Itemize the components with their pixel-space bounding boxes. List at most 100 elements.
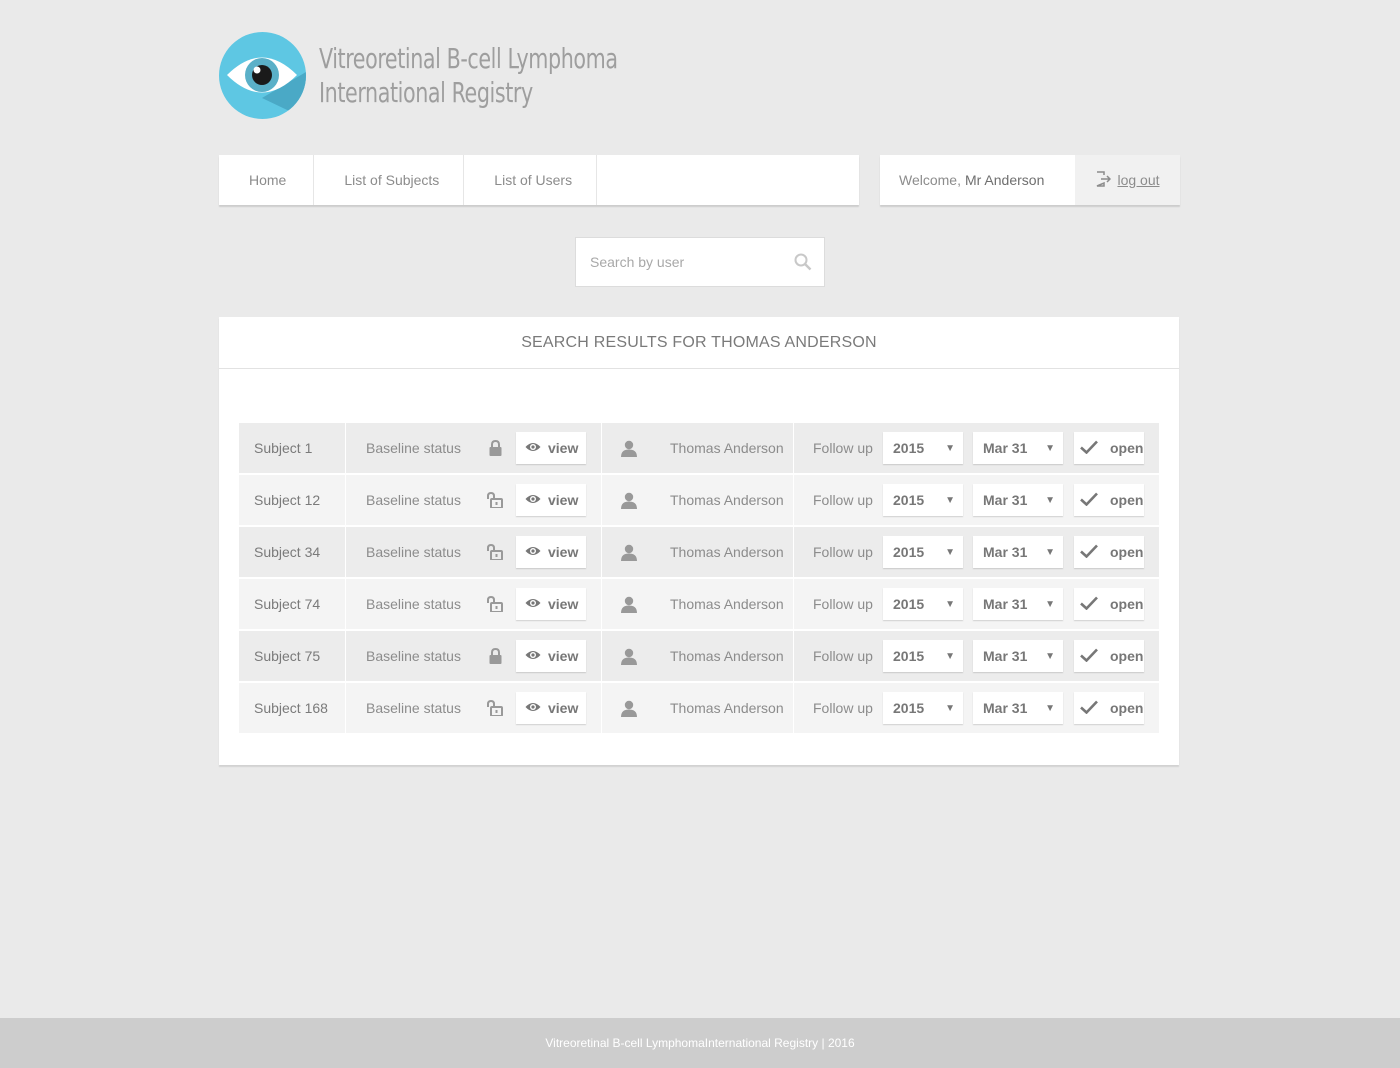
date-value: Mar 31 [983, 544, 1028, 560]
search-results-panel: SEARCH RESULTS FOR THOMAS ANDERSON Subje… [219, 317, 1179, 765]
subject-name[interactable]: Subject 74 [239, 579, 346, 629]
date-select[interactable]: Mar 31 ▼ [973, 484, 1063, 516]
baseline-label: Baseline status [366, 596, 461, 612]
view-button[interactable]: view [516, 432, 586, 464]
caret-down-icon: ▼ [1045, 650, 1055, 662]
baseline-label: Baseline status [366, 440, 461, 456]
year-select[interactable]: 2015 ▼ [883, 536, 963, 568]
eye-icon [525, 700, 541, 716]
year-select[interactable]: 2015 ▼ [883, 588, 963, 620]
user-box: Welcome, Mr Anderson log out [880, 155, 1180, 205]
caret-down-icon: ▼ [1045, 598, 1055, 610]
caret-down-icon: ▼ [945, 702, 955, 714]
view-label: view [548, 544, 579, 560]
view-label: view [548, 440, 579, 456]
year-value: 2015 [893, 700, 925, 716]
site-header: Vitreoretinal B-cell Lymphoma Internatio… [219, 32, 683, 119]
followup-label: Follow up [813, 596, 873, 612]
view-button[interactable]: view [516, 484, 586, 516]
open-button[interactable]: open [1074, 692, 1144, 724]
view-button[interactable]: view [516, 640, 586, 672]
subject-name[interactable]: Subject 12 [239, 475, 346, 525]
followup-cell: Follow up 2015 ▼ Mar 31 ▼ open [794, 475, 1159, 525]
view-button[interactable]: view [516, 588, 586, 620]
caret-down-icon: ▼ [945, 494, 955, 506]
eye-logo-icon[interactable] [219, 32, 306, 119]
view-label: view [548, 492, 579, 508]
date-value: Mar 31 [983, 700, 1028, 716]
subject-name[interactable]: Subject 34 [239, 527, 346, 577]
welcome-message: Welcome, Mr Anderson [880, 155, 1075, 205]
view-button[interactable]: view [516, 692, 586, 724]
footer-text: Vitreoretinal B-cell LymphomaInternation… [545, 1036, 855, 1050]
baseline-cell: Baseline status view [346, 475, 602, 525]
baseline-cell: Baseline status view [346, 423, 602, 473]
open-label: open [1110, 544, 1144, 560]
followup-cell: Follow up 2015 ▼ Mar 31 ▼ open [794, 579, 1159, 629]
date-select[interactable]: Mar 31 ▼ [973, 432, 1063, 464]
baseline-label: Baseline status [366, 544, 461, 560]
open-button[interactable]: open [1074, 588, 1144, 620]
search-input[interactable] [576, 238, 782, 286]
nav-item-home[interactable]: Home [219, 155, 315, 205]
year-select[interactable]: 2015 ▼ [883, 692, 963, 724]
followup-label: Follow up [813, 440, 873, 456]
search-box [575, 237, 825, 287]
site-title: Vitreoretinal B-cell Lymphoma Internatio… [319, 42, 683, 110]
date-value: Mar 31 [983, 648, 1028, 664]
caret-down-icon: ▼ [945, 442, 955, 454]
user-cell: Thomas Anderson [602, 527, 794, 577]
caret-down-icon: ▼ [945, 598, 955, 610]
year-select[interactable]: 2015 ▼ [883, 484, 963, 516]
open-label: open [1110, 700, 1144, 716]
eye-icon [525, 648, 541, 664]
user-name: Thomas Anderson [670, 700, 784, 716]
baseline-cell: Baseline status view [346, 527, 602, 577]
year-select[interactable]: 2015 ▼ [883, 432, 963, 464]
baseline-label: Baseline status [366, 700, 461, 716]
search-icon[interactable] [782, 253, 824, 271]
open-button[interactable]: open [1074, 484, 1144, 516]
followup-label: Follow up [813, 700, 873, 716]
table-row: Subject 34 Baseline status view Thomas A… [239, 527, 1159, 577]
year-value: 2015 [893, 544, 925, 560]
lock-open-icon [480, 700, 510, 716]
eye-icon [525, 544, 541, 560]
nav-item-list-of-subjects[interactable]: List of Subjects [314, 155, 465, 205]
table-row: Subject 12 Baseline status view Thomas A… [239, 475, 1159, 525]
eye-icon [525, 596, 541, 612]
date-select[interactable]: Mar 31 ▼ [973, 588, 1063, 620]
person-icon [602, 544, 656, 561]
view-label: view [548, 648, 579, 664]
user-cell: Thomas Anderson [602, 631, 794, 681]
table-row: Subject 75 Baseline status view Thomas A… [239, 631, 1159, 681]
user-cell: Thomas Anderson [602, 423, 794, 473]
view-button[interactable]: view [516, 536, 586, 568]
logout-button[interactable]: log out [1075, 155, 1180, 205]
open-button[interactable]: open [1074, 640, 1144, 672]
person-icon [602, 700, 656, 717]
table-row: Subject 1 Baseline status view Thomas An… [239, 423, 1159, 473]
year-select[interactable]: 2015 ▼ [883, 640, 963, 672]
main-nav: Home List of Subjects List of Users [219, 155, 859, 205]
caret-down-icon: ▼ [1045, 494, 1055, 506]
user-name: Thomas Anderson [670, 440, 784, 456]
year-value: 2015 [893, 648, 925, 664]
table-row: Subject 168 Baseline status view Thomas … [239, 683, 1159, 733]
results-title: SEARCH RESULTS FOR THOMAS ANDERSON [219, 317, 1179, 369]
user-cell: Thomas Anderson [602, 579, 794, 629]
subject-name[interactable]: Subject 168 [239, 683, 346, 733]
subject-name[interactable]: Subject 1 [239, 423, 346, 473]
followup-label: Follow up [813, 492, 873, 508]
date-select[interactable]: Mar 31 ▼ [973, 692, 1063, 724]
checkmark-icon [1080, 596, 1098, 613]
baseline-cell: Baseline status view [346, 579, 602, 629]
date-select[interactable]: Mar 31 ▼ [973, 536, 1063, 568]
open-button[interactable]: open [1074, 536, 1144, 568]
nav-item-list-of-users[interactable]: List of Users [464, 155, 598, 205]
open-button[interactable]: open [1074, 432, 1144, 464]
subject-name[interactable]: Subject 75 [239, 631, 346, 681]
date-select[interactable]: Mar 31 ▼ [973, 640, 1063, 672]
baseline-cell: Baseline status view [346, 683, 602, 733]
lock-closed-icon [480, 440, 510, 456]
